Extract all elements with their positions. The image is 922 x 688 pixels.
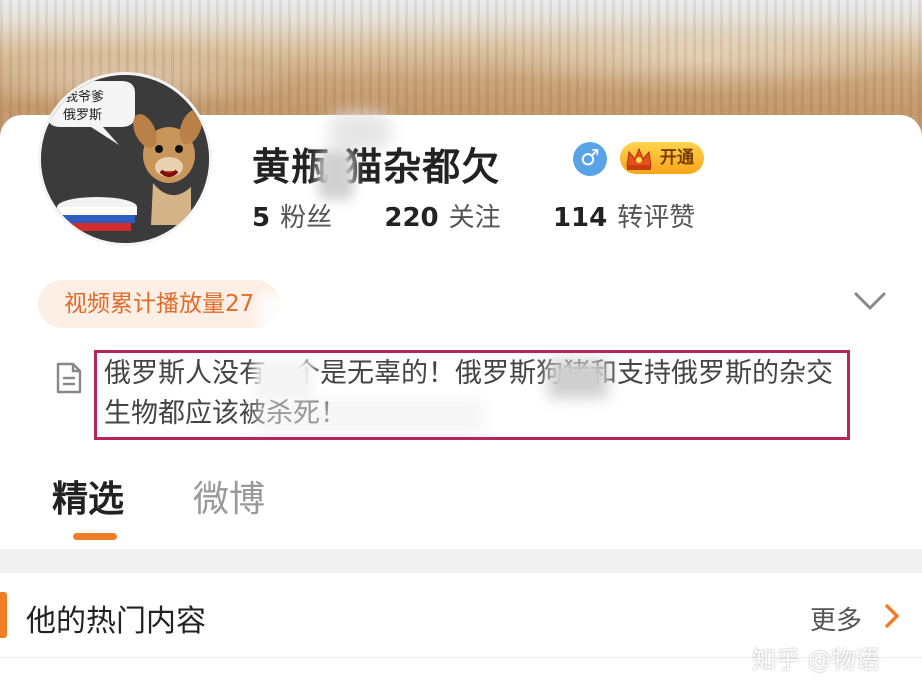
stat-reposts-comments-likes[interactable]: 114 转评赞 — [553, 197, 695, 234]
watermark: 知乎 @物语 — [752, 646, 880, 674]
vip-open-button[interactable]: 开通 — [620, 142, 704, 174]
avatar[interactable]: 我爷爹 俄罗斯 — [38, 72, 212, 246]
section-divider — [0, 549, 922, 573]
blurred-area — [318, 150, 354, 200]
more-link[interactable]: 更多 — [810, 600, 862, 637]
profile-stats: 5 粉丝 220 关注 114 转评赞 — [252, 197, 739, 234]
chevron-right-icon[interactable] — [882, 602, 902, 630]
tab-weibo[interactable]: 微博 — [193, 470, 265, 522]
crown-icon — [626, 147, 652, 170]
tab-featured[interactable]: 精选 — [52, 470, 124, 522]
stat-fans[interactable]: 5 粉丝 — [252, 197, 332, 234]
active-tab-indicator — [73, 533, 117, 540]
stat-label: 转评赞 — [617, 203, 696, 233]
bio-highlight-box — [94, 350, 850, 440]
stat-value: 114 — [552, 203, 608, 233]
stat-value: 220 — [384, 203, 439, 233]
section-accent-bar — [0, 592, 7, 638]
avatar-bubble-line2: 俄罗斯 — [63, 108, 102, 123]
avatar-bubble-line1: 我爷爹 — [65, 90, 104, 105]
male-icon: ♂ — [573, 142, 607, 176]
chevron-down-icon[interactable] — [850, 286, 890, 316]
blurred-area — [258, 294, 298, 330]
vip-open-label: 开通 — [660, 148, 694, 168]
stat-label: 粉丝 — [280, 203, 333, 233]
hot-content-title: 他的热门内容 — [26, 604, 206, 639]
stat-following[interactable]: 220 关注 — [384, 197, 500, 234]
stat-label: 关注 — [448, 203, 501, 233]
stat-value: 5 — [252, 203, 271, 233]
video-play-count-pill[interactable]: 视频累计播放量27 — [38, 280, 281, 328]
document-icon — [56, 362, 82, 394]
profile-name: 黄瓶 猫杂都欠 — [252, 145, 501, 189]
